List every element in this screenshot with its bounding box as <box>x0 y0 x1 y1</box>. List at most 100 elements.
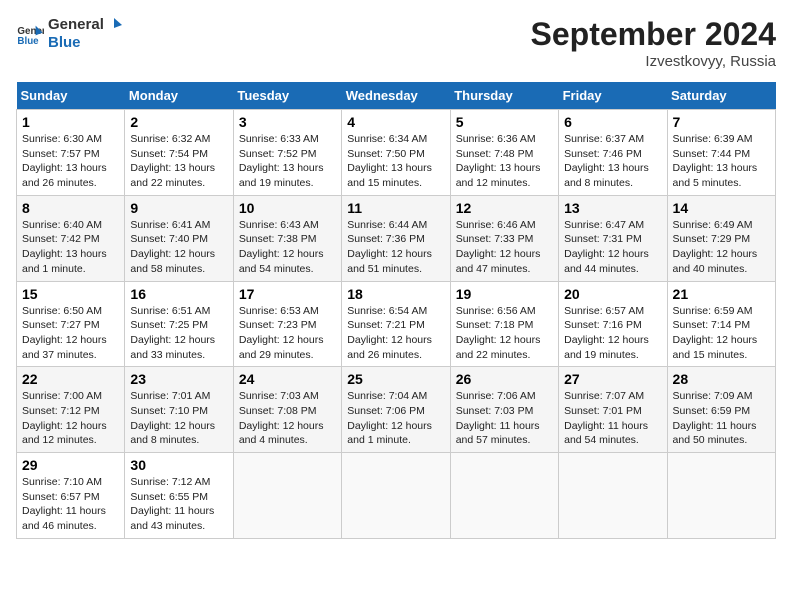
calendar-cell: 1Sunrise: 6:30 AM Sunset: 7:57 PM Daylig… <box>17 110 125 196</box>
day-info: Sunrise: 7:07 AM Sunset: 7:01 PM Dayligh… <box>564 389 661 448</box>
calendar-cell: 2 Sunrise: 6:32 AM Sunset: 7:54 PM Daylig… <box>125 110 233 196</box>
calendar-cell: 30 Sunrise: 7:12 AM Sunset: 6:55 PM Dayli… <box>125 453 233 539</box>
calendar-cell: 11 Sunrise: 6:44 AM Sunset: 7:36 PM Dayli… <box>342 195 450 281</box>
day-number: 1 <box>22 114 119 130</box>
day-number: 12 <box>456 200 553 216</box>
logo-blue: Blue <box>48 34 124 51</box>
calendar-cell: 10 Sunrise: 6:43 AM Sunset: 7:38 PM Dayli… <box>233 195 341 281</box>
day-info: Sunrise: 6:51 AM Sunset: 7:25 PM Dayligh… <box>130 304 227 363</box>
day-number: 6 <box>564 114 661 130</box>
day-info: Sunrise: 7:01 AM Sunset: 7:10 PM Dayligh… <box>130 389 227 448</box>
calendar-week-5: 29 Sunrise: 7:10 AM Sunset: 6:57 PM Dayli… <box>17 453 776 539</box>
logo: General Blue General Blue <box>16 16 124 51</box>
weekday-header-thursday: Thursday <box>450 82 558 110</box>
calendar-cell <box>559 453 667 539</box>
calendar-cell: 4Sunrise: 6:34 AM Sunset: 7:50 PM Daylig… <box>342 110 450 196</box>
month-title: September 2024 <box>531 16 776 53</box>
day-number: 17 <box>239 286 336 302</box>
day-number: 20 <box>564 286 661 302</box>
weekday-header-monday: Monday <box>125 82 233 110</box>
weekday-header-saturday: Saturday <box>667 82 775 110</box>
day-number: 24 <box>239 371 336 387</box>
day-info: Sunrise: 7:06 AM Sunset: 7:03 PM Dayligh… <box>456 389 553 448</box>
calendar-cell: 23 Sunrise: 7:01 AM Sunset: 7:10 PM Dayli… <box>125 367 233 453</box>
weekday-header-friday: Friday <box>559 82 667 110</box>
calendar-cell <box>450 453 558 539</box>
calendar-cell: 8 Sunrise: 6:40 AM Sunset: 7:42 PM Daylig… <box>17 195 125 281</box>
logo-icon: General Blue <box>16 20 44 48</box>
day-number: 10 <box>239 200 336 216</box>
day-number: 30 <box>130 457 227 473</box>
day-number: 9 <box>130 200 227 216</box>
calendar-cell <box>667 453 775 539</box>
day-info: Sunrise: 6:46 AM Sunset: 7:33 PM Dayligh… <box>456 218 553 277</box>
day-number: 2 <box>130 114 227 130</box>
day-info: Sunrise: 6:39 AM Sunset: 7:44 PM Dayligh… <box>673 132 770 191</box>
day-info: Sunrise: 6:43 AM Sunset: 7:38 PM Dayligh… <box>239 218 336 277</box>
weekday-header-wednesday: Wednesday <box>342 82 450 110</box>
day-info: Sunrise: 6:56 AM Sunset: 7:18 PM Dayligh… <box>456 304 553 363</box>
day-info: Sunrise: 6:54 AM Sunset: 7:21 PM Dayligh… <box>347 304 444 363</box>
calendar-cell <box>342 453 450 539</box>
calendar-cell: 29 Sunrise: 7:10 AM Sunset: 6:57 PM Dayli… <box>17 453 125 539</box>
day-info: Sunrise: 6:37 AM Sunset: 7:46 PM Dayligh… <box>564 132 661 191</box>
calendar-cell: 20 Sunrise: 6:57 AM Sunset: 7:16 PM Dayli… <box>559 281 667 367</box>
day-number: 21 <box>673 286 770 302</box>
logo-general: General <box>48 16 104 33</box>
calendar-cell: 15 Sunrise: 6:50 AM Sunset: 7:27 PM Dayli… <box>17 281 125 367</box>
calendar-cell: 19 Sunrise: 6:56 AM Sunset: 7:18 PM Dayli… <box>450 281 558 367</box>
day-info: Sunrise: 6:49 AM Sunset: 7:29 PM Dayligh… <box>673 218 770 277</box>
calendar-cell: 17 Sunrise: 6:53 AM Sunset: 7:23 PM Dayli… <box>233 281 341 367</box>
day-info: Sunrise: 7:04 AM Sunset: 7:06 PM Dayligh… <box>347 389 444 448</box>
calendar-cell: 25 Sunrise: 7:04 AM Sunset: 7:06 PM Dayli… <box>342 367 450 453</box>
day-number: 28 <box>673 371 770 387</box>
calendar-cell: 28 Sunrise: 7:09 AM Sunset: 6:59 PM Dayli… <box>667 367 775 453</box>
calendar-cell: 14 Sunrise: 6:49 AM Sunset: 7:29 PM Dayli… <box>667 195 775 281</box>
day-number: 22 <box>22 371 119 387</box>
calendar-cell: 5Sunrise: 6:36 AM Sunset: 7:48 PM Daylig… <box>450 110 558 196</box>
calendar-cell: 12 Sunrise: 6:46 AM Sunset: 7:33 PM Dayli… <box>450 195 558 281</box>
day-number: 8 <box>22 200 119 216</box>
day-info: Sunrise: 6:50 AM Sunset: 7:27 PM Dayligh… <box>22 304 119 363</box>
day-info: Sunrise: 6:59 AM Sunset: 7:14 PM Dayligh… <box>673 304 770 363</box>
day-info: Sunrise: 6:32 AM Sunset: 7:54 PM Dayligh… <box>130 132 227 191</box>
day-number: 27 <box>564 371 661 387</box>
day-info: Sunrise: 6:57 AM Sunset: 7:16 PM Dayligh… <box>564 304 661 363</box>
day-info: Sunrise: 6:33 AM Sunset: 7:52 PM Dayligh… <box>239 132 336 191</box>
logo-bird-icon <box>105 16 123 34</box>
day-info: Sunrise: 7:10 AM Sunset: 6:57 PM Dayligh… <box>22 475 119 534</box>
day-info: Sunrise: 6:34 AM Sunset: 7:50 PM Dayligh… <box>347 132 444 191</box>
day-number: 14 <box>673 200 770 216</box>
calendar-week-2: 8 Sunrise: 6:40 AM Sunset: 7:42 PM Daylig… <box>17 195 776 281</box>
calendar-cell: 6 Sunrise: 6:37 AM Sunset: 7:46 PM Daylig… <box>559 110 667 196</box>
day-number: 13 <box>564 200 661 216</box>
calendar-cell: 3Sunrise: 6:33 AM Sunset: 7:52 PM Daylig… <box>233 110 341 196</box>
calendar-cell: 7 Sunrise: 6:39 AM Sunset: 7:44 PM Daylig… <box>667 110 775 196</box>
day-info: Sunrise: 7:03 AM Sunset: 7:08 PM Dayligh… <box>239 389 336 448</box>
day-number: 18 <box>347 286 444 302</box>
day-info: Sunrise: 6:53 AM Sunset: 7:23 PM Dayligh… <box>239 304 336 363</box>
day-info: Sunrise: 6:40 AM Sunset: 7:42 PM Dayligh… <box>22 218 119 277</box>
day-number: 19 <box>456 286 553 302</box>
day-number: 26 <box>456 371 553 387</box>
calendar-cell: 27 Sunrise: 7:07 AM Sunset: 7:01 PM Dayli… <box>559 367 667 453</box>
day-number: 16 <box>130 286 227 302</box>
day-info: Sunrise: 6:47 AM Sunset: 7:31 PM Dayligh… <box>564 218 661 277</box>
day-info: Sunrise: 7:09 AM Sunset: 6:59 PM Dayligh… <box>673 389 770 448</box>
day-info: Sunrise: 7:12 AM Sunset: 6:55 PM Dayligh… <box>130 475 227 534</box>
day-number: 15 <box>22 286 119 302</box>
day-number: 11 <box>347 200 444 216</box>
day-number: 7 <box>673 114 770 130</box>
weekday-header-tuesday: Tuesday <box>233 82 341 110</box>
day-number: 23 <box>130 371 227 387</box>
location: Izvestkovyy, Russia <box>531 53 776 70</box>
day-number: 29 <box>22 457 119 473</box>
svg-text:Blue: Blue <box>17 35 39 46</box>
calendar-cell: 18 Sunrise: 6:54 AM Sunset: 7:21 PM Dayli… <box>342 281 450 367</box>
calendar-week-4: 22Sunrise: 7:00 AM Sunset: 7:12 PM Dayli… <box>17 367 776 453</box>
day-number: 25 <box>347 371 444 387</box>
day-info: Sunrise: 6:44 AM Sunset: 7:36 PM Dayligh… <box>347 218 444 277</box>
calendar-cell: 24 Sunrise: 7:03 AM Sunset: 7:08 PM Dayli… <box>233 367 341 453</box>
calendar-cell: 13 Sunrise: 6:47 AM Sunset: 7:31 PM Dayli… <box>559 195 667 281</box>
calendar-cell: 26 Sunrise: 7:06 AM Sunset: 7:03 PM Dayli… <box>450 367 558 453</box>
